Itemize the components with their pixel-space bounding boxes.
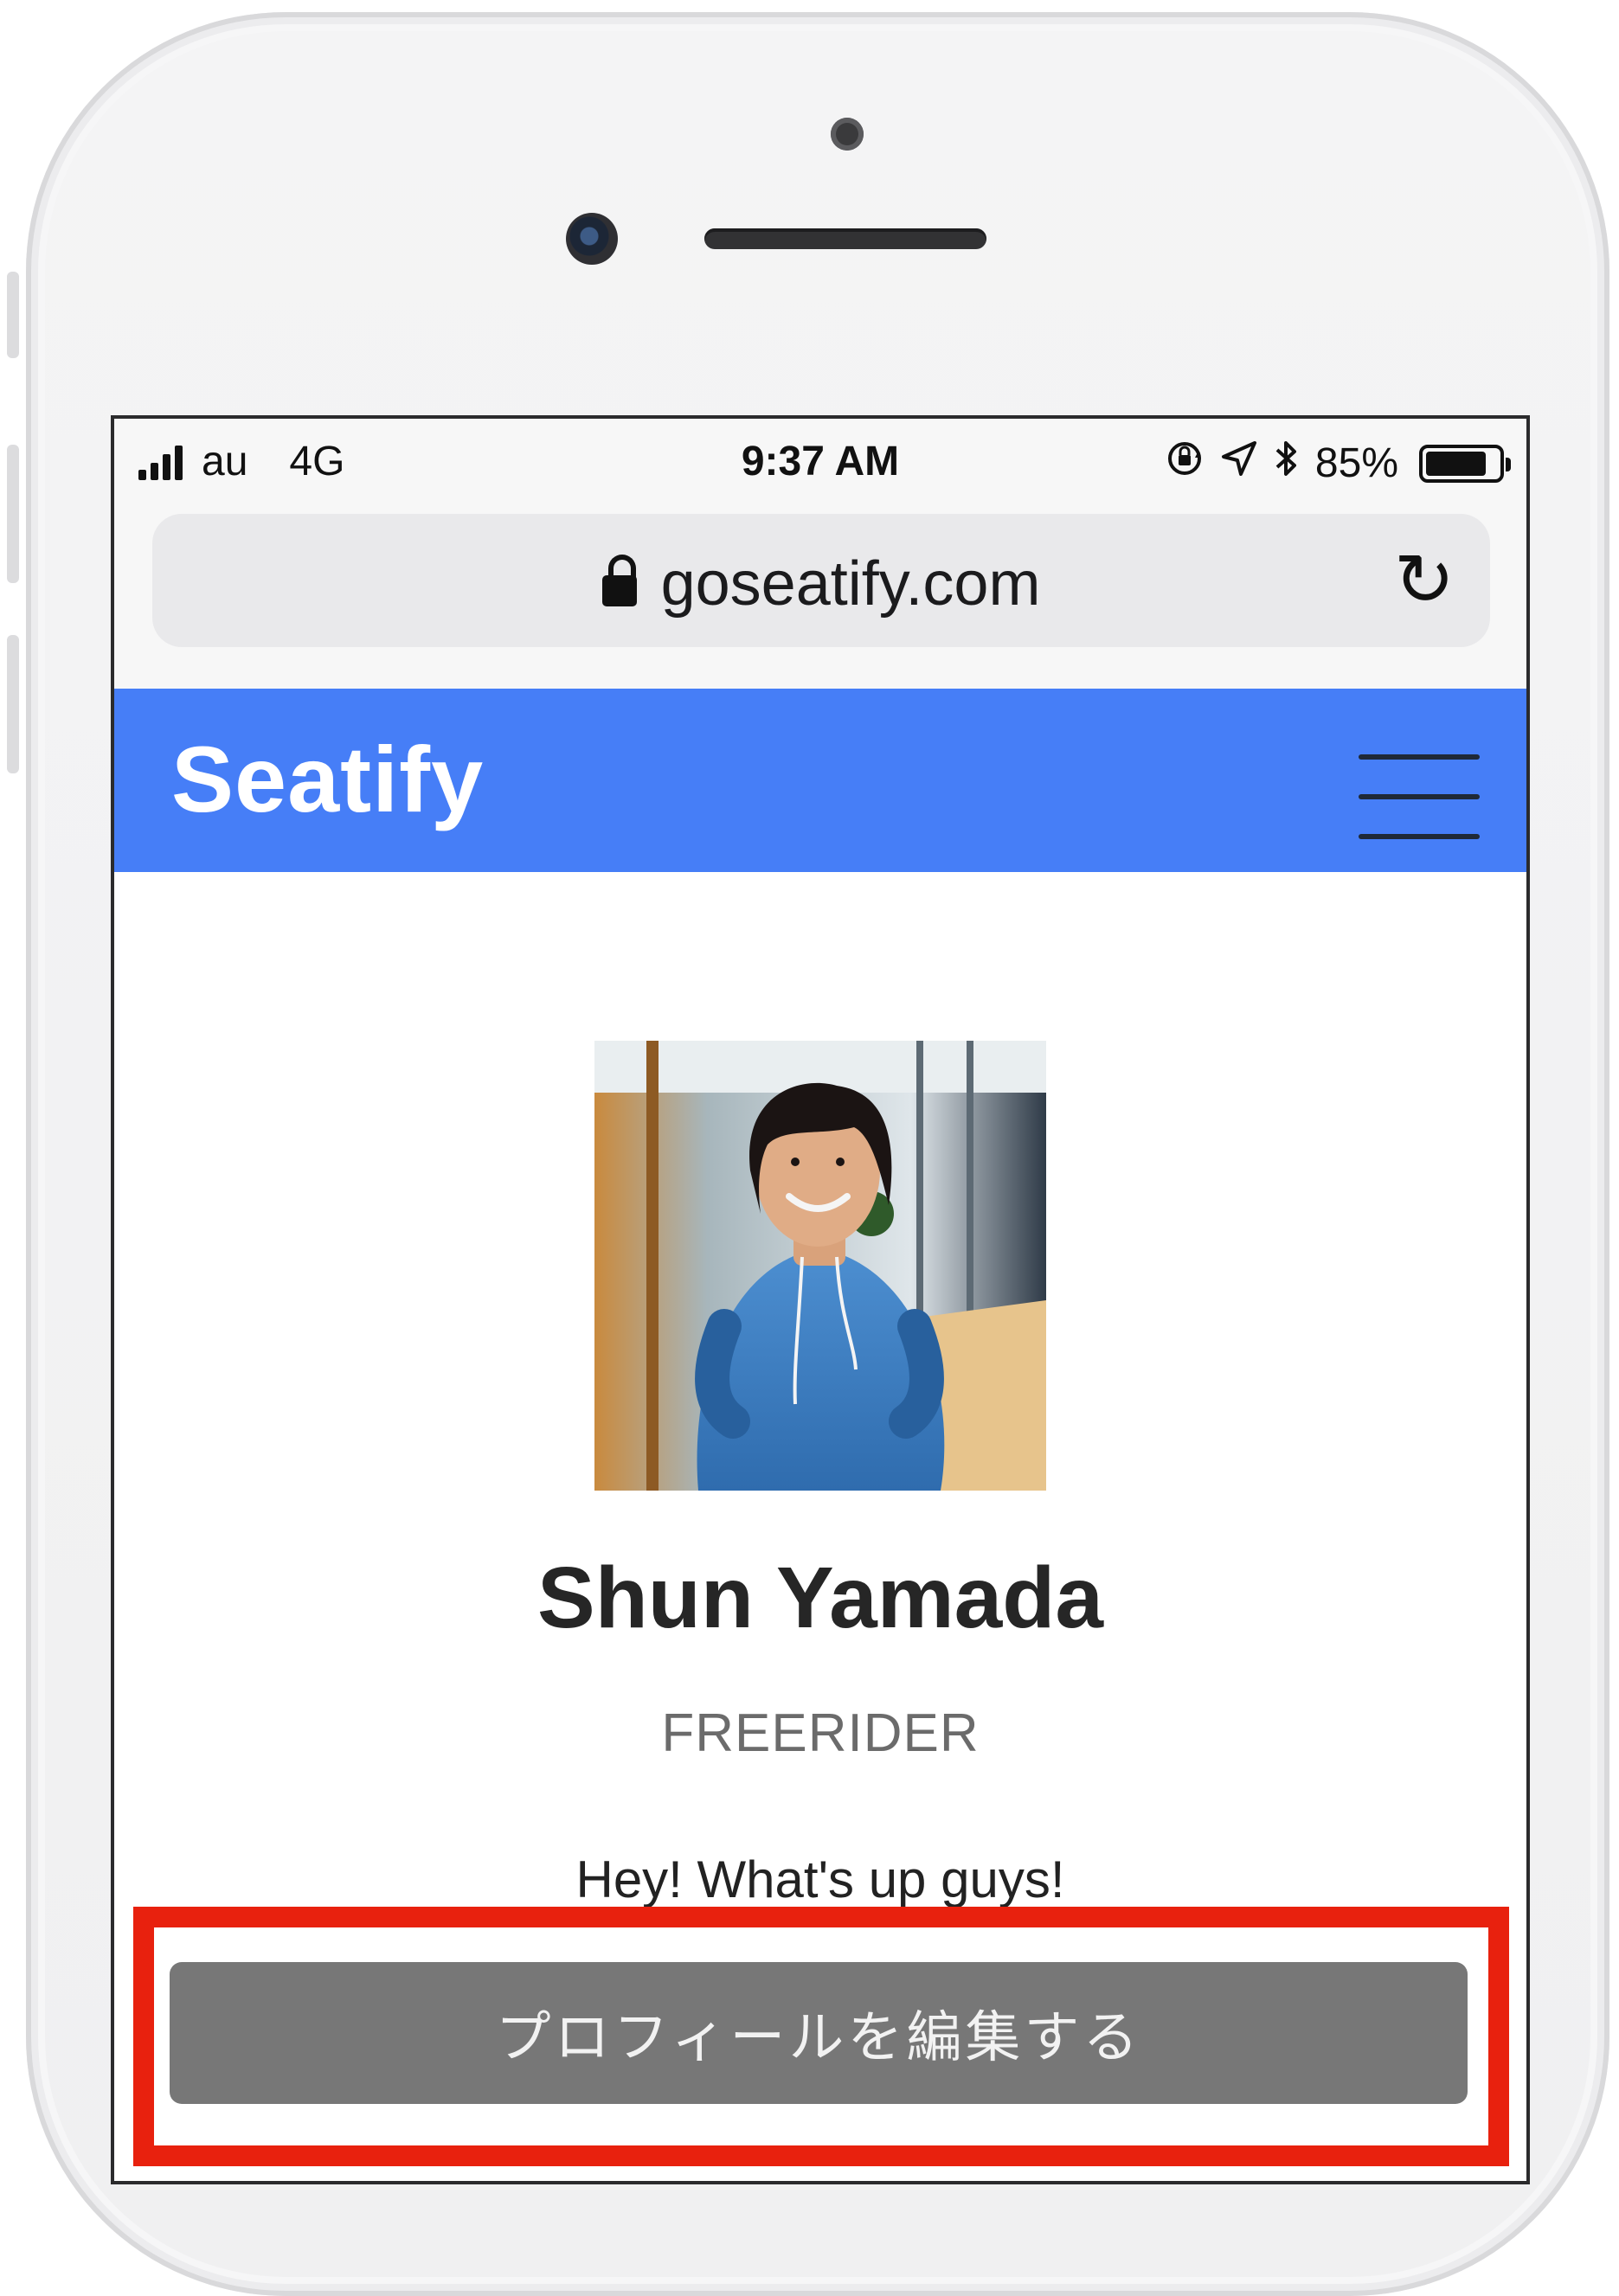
volume-down-button	[7, 635, 19, 773]
reload-icon[interactable]: ↻	[1390, 543, 1459, 616]
volume-up-button	[7, 445, 19, 583]
mute-switch	[7, 272, 19, 358]
location-arrow-icon	[1220, 439, 1258, 487]
avatar	[594, 1041, 1046, 1491]
status-bar: au 4G 9:37 AM 85%	[114, 419, 1526, 502]
bluetooth-icon	[1274, 438, 1300, 489]
profile-name: Shun Yamada	[537, 1549, 1103, 1646]
profile-role: FREERIDER	[661, 1703, 980, 1763]
earpiece-speaker	[704, 228, 986, 249]
phone-screen: au 4G 9:37 AM 85% goseatify.com ↻ Seatif…	[114, 419, 1526, 2181]
url-text: goseatify.com	[660, 549, 1041, 619]
profile-bio: Hey! What's up guys!	[575, 1850, 1065, 1908]
brand-logo[interactable]: Seatify	[171, 725, 484, 833]
battery-icon	[1419, 444, 1511, 483]
lock-icon	[601, 555, 637, 606]
browser-chrome: goseatify.com ↻	[114, 502, 1526, 689]
site-navbar: Seatify	[114, 689, 1526, 872]
front-camera	[566, 213, 618, 265]
battery-fill	[1426, 451, 1486, 476]
battery-percent: 85%	[1314, 440, 1398, 486]
proximity-sensor	[831, 118, 864, 151]
edit-profile-button[interactable]: プロフィールを編集する	[170, 1962, 1468, 2104]
address-bar[interactable]: goseatify.com ↻	[152, 514, 1490, 647]
hamburger-menu-icon[interactable]	[1359, 754, 1480, 841]
orientation-lock-icon	[1165, 439, 1205, 488]
